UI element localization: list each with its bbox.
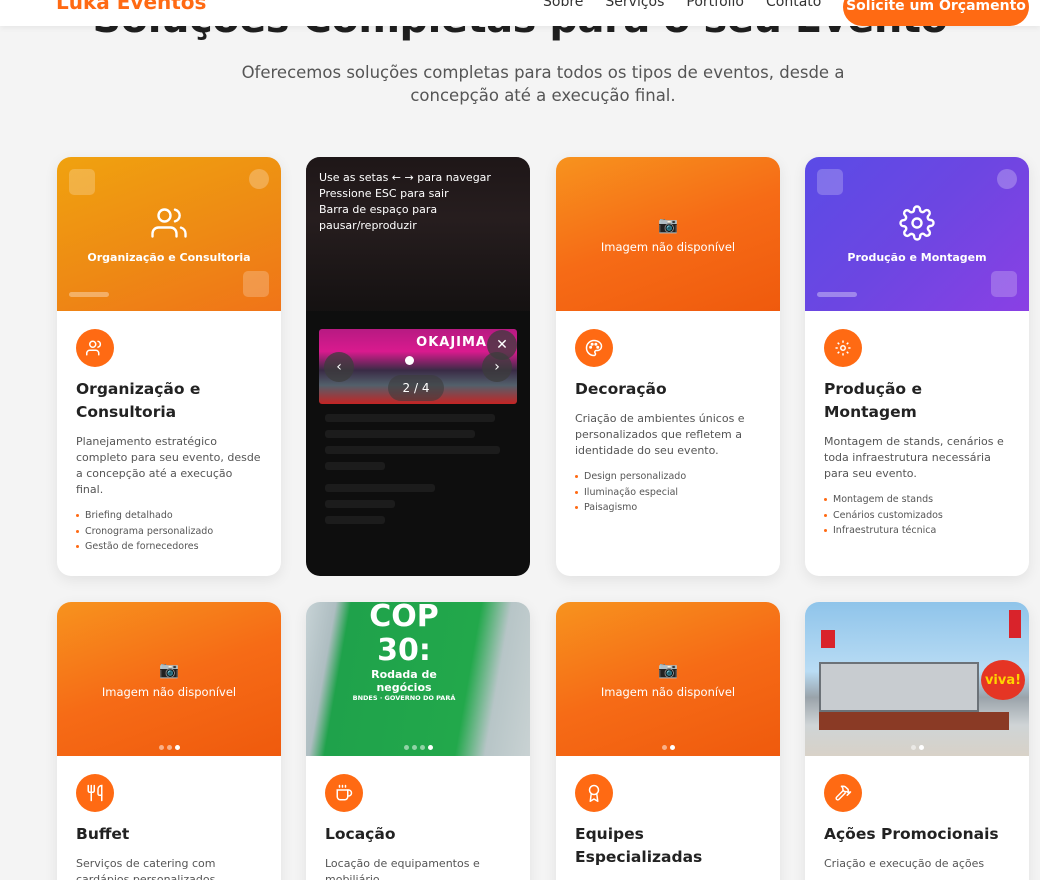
feature-item: Infraestrutura técnica [824, 523, 1010, 539]
card-title: Decoração [575, 380, 667, 398]
logo[interactable]: Luka Eventos [56, 0, 206, 14]
lightbox-help: Use as setas ← → para navegar Pressione … [319, 170, 519, 234]
coffee-icon [325, 774, 363, 812]
feature-item: Gestão de fornecedores [76, 539, 262, 555]
section-subtitle: Oferecemos soluções completas para todos… [241, 63, 845, 105]
help-line: Use as setas ← → para navegar [319, 171, 491, 184]
help-line: Pressione ESC para sair [319, 187, 449, 200]
carousel-dot[interactable] [158, 745, 164, 750]
carousel-dot[interactable] [661, 745, 667, 750]
feature-item: Montagem de stands [824, 492, 1010, 508]
card-media: 📷 Imagem não disponível [57, 602, 281, 756]
photo-text: BNDES · GOVERNO DO PARÁ [352, 694, 456, 702]
image-counter: 2 / 4 [388, 375, 444, 401]
card-description: Locação de equipamentos e mobiliário [325, 857, 480, 880]
camera-icon: 📷 [658, 659, 678, 679]
request-quote-button[interactable]: Solicite um Orçamento [843, 0, 1029, 26]
card-title: Equipes Especializadas [575, 825, 703, 866]
carousel-dot[interactable] [669, 745, 675, 750]
card-description: Criação de ambientes únicos e personaliz… [575, 412, 745, 457]
gear-icon [899, 204, 935, 245]
nav-link-sobre[interactable]: Sobre [543, 0, 583, 10]
card-description: Montagem de stands, cenários e toda infr… [824, 435, 1004, 480]
camera-icon: 📷 [159, 659, 179, 679]
card-title: Produção e Montagem [824, 380, 922, 421]
image-unavailable-text: Imagem não disponível [600, 684, 736, 699]
card-description: Serviços de catering com cardápios perso… [76, 857, 216, 880]
card-description: Planejamento estratégico completo para s… [76, 435, 261, 496]
chevron-right-icon[interactable]: › [482, 352, 512, 382]
feature-item: Cenários customizados [824, 508, 1010, 524]
users-icon [76, 329, 114, 367]
camera-icon: 📷 [658, 214, 678, 234]
image-unavailable-text: Imagem não disponível [600, 239, 736, 254]
feature-item: Paisagismo [575, 500, 761, 516]
service-card-acoes-promocionais[interactable]: viva! Ações Promocionais Criação e execu… [805, 602, 1029, 880]
carousel-dot[interactable] [166, 745, 172, 750]
service-card-equipes[interactable]: 📷 Imagem não disponível Equipes Especial… [556, 602, 780, 880]
carousel-dot[interactable] [405, 356, 414, 365]
carousel-dots [306, 745, 530, 750]
image-brand-text: OKAJIMA [416, 335, 487, 350]
card-photo: COP 30: Rodada de negócios BNDES · GOVER… [306, 602, 530, 756]
service-card-locacao[interactable]: COP 30: Rodada de negócios BNDES · GOVER… [306, 602, 530, 880]
award-icon [575, 774, 613, 812]
service-card-decoracao[interactable]: 📷 Imagem não disponível Decoração Criaçã… [556, 157, 780, 576]
feature-list: Design personalizado Iluminação especial… [575, 469, 761, 516]
card-media: Organização e Consultoria [57, 157, 281, 311]
hammer-icon [824, 774, 862, 812]
media-label: Organização e Consultoria [87, 250, 251, 264]
dimmed-card-content [325, 414, 505, 532]
card-photo: viva! [805, 602, 1029, 756]
carousel-dot[interactable] [419, 745, 425, 750]
nav-link-portfolio[interactable]: Portfólio [686, 0, 744, 10]
photo-text: Rodada de negócios [371, 668, 437, 694]
carousel-dot[interactable] [411, 745, 417, 750]
carousel-dot[interactable] [403, 745, 409, 750]
service-card-buffet[interactable]: 📷 Imagem não disponível Buffet Serviços … [57, 602, 281, 880]
feature-item: Iluminação especial [575, 485, 761, 501]
feature-item: Design personalizado [575, 469, 761, 485]
carousel-dot[interactable] [910, 745, 916, 750]
card-title: Locação [325, 825, 396, 843]
image-unavailable-text: Imagem não disponível [101, 684, 237, 699]
nav-link-servicos[interactable]: Serviços [605, 0, 664, 10]
users-icon [151, 205, 187, 245]
card-title: Buffet [76, 825, 130, 843]
main-nav: Sobre Serviços Portfólio Contato [543, 0, 821, 10]
carousel-dot[interactable] [918, 745, 924, 750]
palette-icon [575, 329, 613, 367]
site-header: Luka Eventos Sobre Serviços Portfólio Co… [0, 0, 1040, 26]
card-title: Ações Promocionais [824, 825, 999, 843]
utensils-icon [76, 774, 114, 812]
service-card-organizacao[interactable]: Organização e Consultoria Organização e … [57, 157, 281, 576]
card-media: 📷 Imagem não disponível [556, 602, 780, 756]
card-media: Produção e Montagem [805, 157, 1029, 311]
nav-link-contato[interactable]: Contato [766, 0, 821, 10]
card-title: Organização e Consultoria [76, 380, 201, 421]
gear-icon [824, 329, 862, 367]
carousel-dots [556, 745, 780, 750]
feature-list: Briefing detalhado Cronograma personaliz… [76, 508, 262, 555]
carousel-dots [805, 745, 1029, 750]
feature-item: Cronograma personalizado [76, 524, 262, 540]
photo-text: viva! [981, 660, 1025, 700]
carousel-dot[interactable] [427, 745, 433, 750]
lightbox-overlay[interactable]: Use as setas ← → para navegar Pressione … [306, 157, 530, 576]
media-label: Produção e Montagem [847, 250, 987, 264]
help-line: Barra de espaço para pausar/reproduzir [319, 203, 438, 232]
service-card-producao[interactable]: Produção e Montagem Produção e Montagem … [805, 157, 1029, 576]
feature-list: Montagem de stands Cenários customizados… [824, 492, 1010, 539]
photo-text: COP 30: [369, 602, 439, 668]
chevron-left-icon[interactable]: ‹ [324, 352, 354, 382]
feature-item: Briefing detalhado [76, 508, 262, 524]
carousel-dot[interactable] [174, 745, 180, 750]
card-media: 📷 Imagem não disponível [556, 157, 780, 311]
carousel-dots [57, 745, 281, 750]
card-description: Criação e execução de ações [824, 857, 985, 870]
